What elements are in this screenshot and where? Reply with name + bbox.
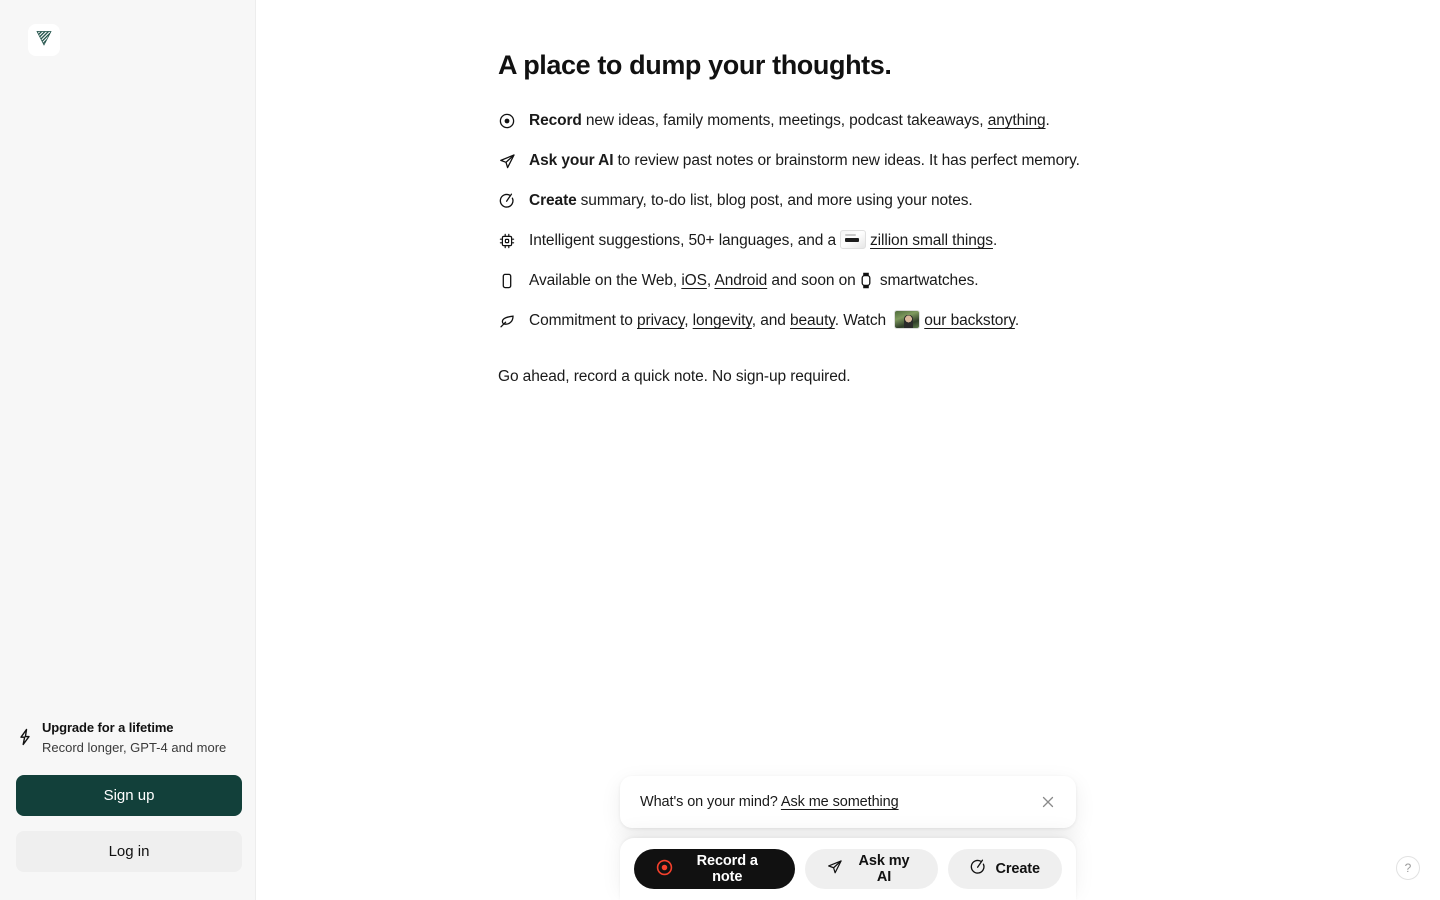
magic-circle-slash-icon	[498, 190, 516, 211]
record-circle-icon	[498, 110, 516, 131]
upgrade-title: Upgrade for a lifetime	[42, 720, 174, 735]
link-beauty[interactable]: beauty	[790, 312, 835, 329]
feature-row-commitment: Commitment to privacy, longevity, and be…	[498, 304, 1218, 344]
bottom-dock: What's on your mind? Ask me something Re…	[620, 776, 1076, 900]
feature-row-create: Create summary, to-do list, blog post, an…	[498, 184, 1218, 224]
link-anything[interactable]: anything	[988, 112, 1046, 129]
feature-lead-create: Create	[529, 192, 577, 209]
feature-body-ask-ai: to review past notes or brainstorm new i…	[617, 152, 1080, 169]
link-zillion-small-things[interactable]: zillion small things	[870, 232, 993, 249]
commitment-sep1: ,	[684, 312, 693, 329]
feature-text-record: Record new ideas, family moments, meeting…	[529, 110, 1050, 131]
feature-body-record: new ideas, family moments, meetings, pod…	[585, 112, 988, 129]
close-icon[interactable]	[1038, 792, 1058, 812]
commitment-suffix: .	[1014, 312, 1020, 329]
lightning-bolt-icon	[16, 719, 34, 746]
magic-circle-slash-icon	[970, 859, 986, 879]
feature-row-ask-ai: Ask your AI to review past notes or brain…	[498, 144, 1218, 184]
feature-list: Record new ideas, family moments, meeting…	[498, 104, 1218, 344]
link-ios[interactable]: iOS	[681, 272, 707, 289]
smartphone-icon	[498, 270, 516, 291]
page-title: A place to dump your thoughts.	[498, 50, 892, 80]
record-a-note-label: Record a note	[696, 853, 758, 885]
log-in-button[interactable]: Log in	[16, 831, 242, 872]
sidebar-bottom: Upgrade for a lifetime Record longer, GP…	[0, 719, 256, 872]
commitment-sep2: , and	[751, 312, 790, 329]
feature-text-intelligence: Intelligent suggestions, 50+ languages, …	[529, 230, 997, 251]
link-android[interactable]: Android	[714, 272, 767, 289]
feature-text-commitment: Commitment to privacy, longevity, and be…	[529, 310, 1019, 331]
feature-text-ask-ai: Ask your AI to review past notes or brain…	[529, 150, 1080, 171]
upgrade-banner[interactable]: Upgrade for a lifetime Record longer, GP…	[16, 719, 240, 775]
commitment-sep3: . Watch	[834, 312, 891, 329]
leaf-icon	[498, 310, 516, 331]
feature-row-intelligence: Intelligent suggestions, 50+ languages, …	[498, 224, 1218, 264]
feature-row-platforms: Available on the Web, iOS, Android and s…	[498, 264, 1218, 304]
platforms-suffix: smartwatches.	[875, 272, 979, 289]
feature-text-platforms: Available on the Web, iOS, Android and s…	[529, 270, 979, 295]
record-circle-icon	[656, 859, 673, 880]
platforms-middle: and soon on	[767, 272, 856, 289]
feature-body-intelligence: Intelligent suggestions, 50+ languages, …	[529, 232, 837, 249]
sidebar: Upgrade for a lifetime Record longer, GP…	[0, 0, 256, 900]
platforms-prefix: Available on the Web,	[529, 272, 682, 289]
feature-lead-ask-ai: Ask your AI	[529, 152, 614, 169]
sign-up-button[interactable]: Sign up	[16, 775, 242, 816]
zillion-thumbnail[interactable]	[840, 230, 867, 249]
create-button[interactable]: Create	[948, 849, 1062, 889]
link-privacy[interactable]: privacy	[637, 312, 684, 329]
smartwatch-icon	[859, 272, 873, 295]
link-our-backstory[interactable]: our backstory	[924, 312, 1015, 329]
app-root: Upgrade for a lifetime Record longer, GP…	[0, 0, 1440, 900]
main-content: A place to dump your thoughts. Record new…	[256, 0, 1440, 900]
prompt-text: What's on your mind? Ask me something	[640, 794, 1038, 810]
link-longevity[interactable]: longevity	[693, 312, 752, 329]
ask-my-ai-button[interactable]: Ask my AI	[804, 849, 939, 889]
help-button[interactable]: ?	[1396, 856, 1420, 880]
send-plane-icon	[827, 859, 843, 879]
prompt-link-ask-me-something[interactable]: Ask me something	[781, 794, 899, 810]
feature-text-create: Create summary, to-do list, blog post, an…	[529, 190, 973, 211]
feature-body-create: summary, to-do list, blog post, and more…	[580, 192, 973, 209]
upgrade-subtitle: Record longer, GPT-4 and more	[42, 740, 227, 755]
feature-tail-record: .	[1045, 112, 1050, 129]
create-label: Create	[995, 861, 1040, 877]
record-a-note-button[interactable]: Record a note	[634, 849, 795, 889]
feature-tail-intelligence: .	[992, 232, 998, 249]
feature-lead-record: Record	[529, 112, 582, 129]
closing-line: Go ahead, record a quick note. No sign-u…	[498, 368, 851, 385]
backstory-thumbnail[interactable]	[894, 310, 921, 329]
commitment-prefix: Commitment to	[529, 312, 637, 329]
feature-row-record: Record new ideas, family moments, meeting…	[498, 104, 1218, 144]
app-logo[interactable]	[28, 24, 60, 56]
prompt-card: What's on your mind? Ask me something	[620, 776, 1076, 828]
logo-chevron-icon	[34, 28, 54, 53]
prompt-question: What's on your mind?	[640, 794, 781, 810]
action-bar: Record a note Ask my AI Create	[620, 838, 1076, 900]
send-plane-icon	[498, 150, 516, 171]
cpu-chip-icon	[498, 230, 516, 251]
ask-my-ai-label: Ask my AI	[858, 853, 910, 885]
